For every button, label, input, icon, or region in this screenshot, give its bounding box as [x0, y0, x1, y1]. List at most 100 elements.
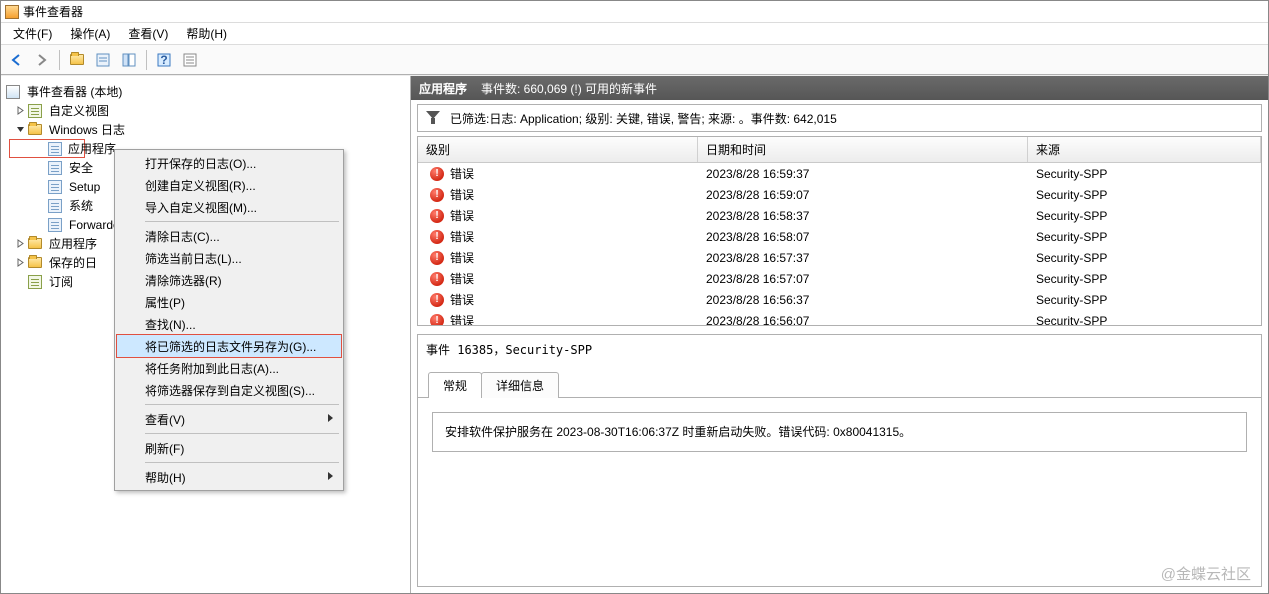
ctx-item[interactable]: 筛选当前日志(L)...	[117, 247, 341, 269]
tree-label: 安全	[67, 158, 95, 177]
ctx-item[interactable]: 将筛选器保存到自定义视图(S)...	[117, 379, 341, 401]
cell-source: Security-SPP	[1028, 310, 1261, 326]
menu-help[interactable]: 帮助(H)	[178, 23, 235, 44]
error-icon: !	[430, 272, 444, 286]
cell-datetime: 2023/8/28 16:58:37	[698, 205, 1028, 227]
expand-icon[interactable]	[13, 104, 27, 118]
tab-general[interactable]: 常规	[428, 372, 482, 398]
log-icon	[47, 160, 63, 176]
back-button[interactable]	[5, 49, 27, 71]
error-icon: !	[430, 314, 444, 326]
log-icon	[47, 179, 63, 195]
col-datetime[interactable]: 日期和时间	[698, 137, 1028, 162]
forward-button[interactable]	[31, 49, 53, 71]
right-pane: 应用程序 事件数: 660,069 (!) 可用的新事件 已筛选:日志: App…	[411, 76, 1268, 593]
ctx-separator	[145, 433, 339, 434]
table-row[interactable]: !错误2023/8/28 16:56:37Security-SPP	[418, 289, 1261, 310]
cell-source: Security-SPP	[1028, 226, 1261, 248]
ctx-item[interactable]: 查找(N)...	[117, 313, 341, 335]
tab-details[interactable]: 详细信息	[481, 372, 559, 398]
cell-source: Security-SPP	[1028, 289, 1261, 311]
cell-source: Security-SPP	[1028, 163, 1261, 185]
navigation-tree[interactable]: 事件查看器 (本地) 自定义视图 Windows 日志 应用程序 安全	[1, 76, 411, 593]
expand-icon[interactable]	[13, 256, 27, 270]
menu-file[interactable]: 文件(F)	[5, 23, 60, 44]
cell-level: 错误	[450, 270, 474, 287]
table-row[interactable]: !错误2023/8/28 16:59:37Security-SPP	[418, 163, 1261, 184]
table-row[interactable]: !错误2023/8/28 16:58:37Security-SPP	[418, 205, 1261, 226]
menu-view[interactable]: 查看(V)	[120, 23, 176, 44]
ctx-item[interactable]: 导入自定义视图(M)...	[117, 196, 341, 218]
event-grid[interactable]: 级别 日期和时间 来源 !错误2023/8/28 16:59:37Securit…	[417, 136, 1262, 326]
cell-datetime: 2023/8/28 16:56:37	[698, 289, 1028, 311]
tree-item-application[interactable]: 应用程序	[9, 139, 85, 158]
tree-item-customviews[interactable]: 自定义视图	[3, 101, 408, 120]
col-level[interactable]: 级别	[418, 137, 698, 162]
cell-source: Security-SPP	[1028, 268, 1261, 290]
tree-label: 应用程序	[66, 139, 118, 158]
ctx-item[interactable]: 帮助(H)	[117, 466, 341, 488]
cell-datetime: 2023/8/28 16:59:37	[698, 163, 1028, 185]
ctx-item[interactable]: 刷新(F)	[117, 437, 341, 459]
ctx-item[interactable]: 打开保存的日志(O)...	[117, 152, 341, 174]
ctx-item[interactable]: 清除筛选器(R)	[117, 269, 341, 291]
expand-icon[interactable]	[13, 237, 27, 251]
log-icon	[47, 217, 63, 233]
ctx-item[interactable]: 查看(V)	[117, 408, 341, 430]
ctx-item[interactable]: 创建自定义视图(R)...	[117, 174, 341, 196]
toolbar-separator	[146, 50, 147, 70]
properties-button[interactable]	[92, 49, 114, 71]
right-header: 应用程序 事件数: 660,069 (!) 可用的新事件	[411, 76, 1268, 100]
grid-header: 级别 日期和时间 来源	[418, 137, 1261, 163]
detail-title: 事件 16385，Security-SPP	[418, 335, 1261, 364]
up-folder-button[interactable]	[66, 49, 88, 71]
context-menu: 打开保存的日志(O)...创建自定义视图(R)...导入自定义视图(M)... 清…	[114, 149, 344, 491]
ctx-item[interactable]: 将任务附加到此日志(A)...	[117, 357, 341, 379]
cell-datetime: 2023/8/28 16:59:07	[698, 184, 1028, 206]
view-icon	[27, 103, 43, 119]
error-icon: !	[430, 188, 444, 202]
table-row[interactable]: !错误2023/8/28 16:57:07Security-SPP	[418, 268, 1261, 289]
ctx-item[interactable]: 清除日志(C)...	[117, 225, 341, 247]
filter-text: 已筛选:日志: Application; 级别: 关键, 错误, 警告; 来源:…	[450, 110, 837, 127]
filter-bar[interactable]: 已筛选:日志: Application; 级别: 关键, 错误, 警告; 来源:…	[417, 104, 1262, 132]
window-frame: 事件查看器 文件(F) 操作(A) 查看(V) 帮助(H) ? 事件查看器 (本…	[0, 0, 1269, 594]
col-source[interactable]: 来源	[1028, 137, 1261, 162]
error-icon: !	[430, 209, 444, 223]
tree-root-label: 事件查看器 (本地)	[25, 82, 124, 101]
tree-root[interactable]: 事件查看器 (本地)	[3, 82, 408, 101]
eventviewer-icon	[5, 84, 21, 100]
error-icon: !	[430, 251, 444, 265]
table-row[interactable]: !错误2023/8/28 16:58:07Security-SPP	[418, 226, 1261, 247]
window-title: 事件查看器	[23, 3, 83, 20]
folder-icon	[27, 236, 43, 252]
right-header-title: 应用程序	[419, 80, 467, 97]
view-icon	[27, 274, 43, 290]
detail-tabs: 常规 详细信息	[418, 370, 1261, 398]
cell-datetime: 2023/8/28 16:56:07	[698, 310, 1028, 326]
filter-pane-button[interactable]	[118, 49, 140, 71]
cell-level: 错误	[450, 249, 474, 266]
folder-icon	[27, 122, 43, 138]
log-icon	[47, 198, 63, 214]
tree-label: 系统	[67, 196, 95, 215]
submenu-arrow-icon	[328, 472, 333, 480]
error-icon: !	[430, 167, 444, 181]
cell-source: Security-SPP	[1028, 205, 1261, 227]
ctx-item[interactable]: 将已筛选的日志文件另存为(G)...	[117, 335, 341, 357]
find-button[interactable]	[179, 49, 201, 71]
table-row[interactable]: !错误2023/8/28 16:56:07Security-SPP	[418, 310, 1261, 325]
table-row[interactable]: !错误2023/8/28 16:59:07Security-SPP	[418, 184, 1261, 205]
submenu-arrow-icon	[328, 414, 333, 422]
table-row[interactable]: !错误2023/8/28 16:57:37Security-SPP	[418, 247, 1261, 268]
menu-action[interactable]: 操作(A)	[62, 23, 118, 44]
ctx-item[interactable]: 属性(P)	[117, 291, 341, 313]
help-button[interactable]: ?	[153, 49, 175, 71]
error-icon: !	[430, 293, 444, 307]
collapse-icon[interactable]	[13, 123, 27, 137]
title-bar[interactable]: 事件查看器	[1, 1, 1268, 23]
tree-label: Windows 日志	[47, 120, 127, 139]
cell-source: Security-SPP	[1028, 247, 1261, 269]
tree-item-windowslogs[interactable]: Windows 日志	[3, 120, 408, 139]
ctx-separator	[145, 221, 339, 222]
